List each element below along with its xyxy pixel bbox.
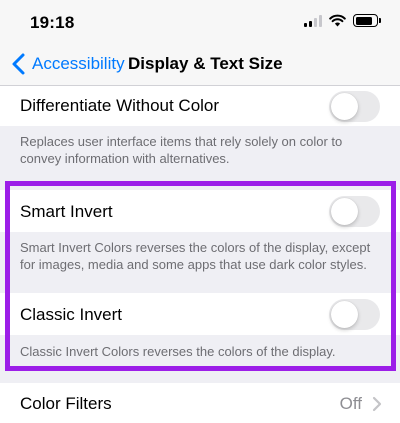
setting-row-color-filters[interactable]: Color Filters Off — [0, 383, 400, 423]
classic-invert-toggle[interactable] — [329, 299, 380, 330]
page-title: Display & Text Size — [128, 54, 283, 73]
status-icons — [304, 14, 381, 27]
setting-label: Differentiate Without Color — [20, 96, 220, 115]
settings-screen: 19:18 Accessibility Display & Text Size … — [0, 0, 400, 423]
smart-invert-toggle[interactable] — [329, 196, 380, 227]
setting-label: Color Filters — [20, 394, 112, 413]
setting-footer: Classic Invert Colors reverses the color… — [20, 344, 336, 359]
back-button[interactable]: Accessibility — [10, 52, 125, 76]
setting-row-classic-invert: Classic Invert — [0, 293, 400, 335]
chevron-right-icon — [372, 396, 382, 412]
setting-label: Smart Invert — [20, 202, 113, 221]
back-button-label: Accessibility — [32, 54, 125, 73]
cellular-signal-icon — [304, 14, 322, 27]
color-filters-value: Off — [339, 394, 362, 413]
wifi-icon — [329, 14, 346, 27]
differentiate-without-color-toggle[interactable] — [329, 91, 380, 122]
navigation-bar: Accessibility Display & Text Size — [0, 44, 400, 86]
status-bar: 19:18 — [0, 0, 400, 44]
chevron-left-icon — [12, 53, 25, 75]
setting-label: Classic Invert — [20, 305, 123, 324]
battery-icon — [353, 14, 381, 27]
setting-footer: Smart Invert Colors reverses the colors … — [20, 240, 371, 272]
setting-footer: Replaces user interface items that rely … — [20, 134, 343, 166]
setting-row-smart-invert: Smart Invert — [0, 190, 400, 232]
setting-row-differentiate-without-color: Differentiate Without Color — [0, 86, 400, 126]
status-time: 19:18 — [30, 13, 75, 32]
